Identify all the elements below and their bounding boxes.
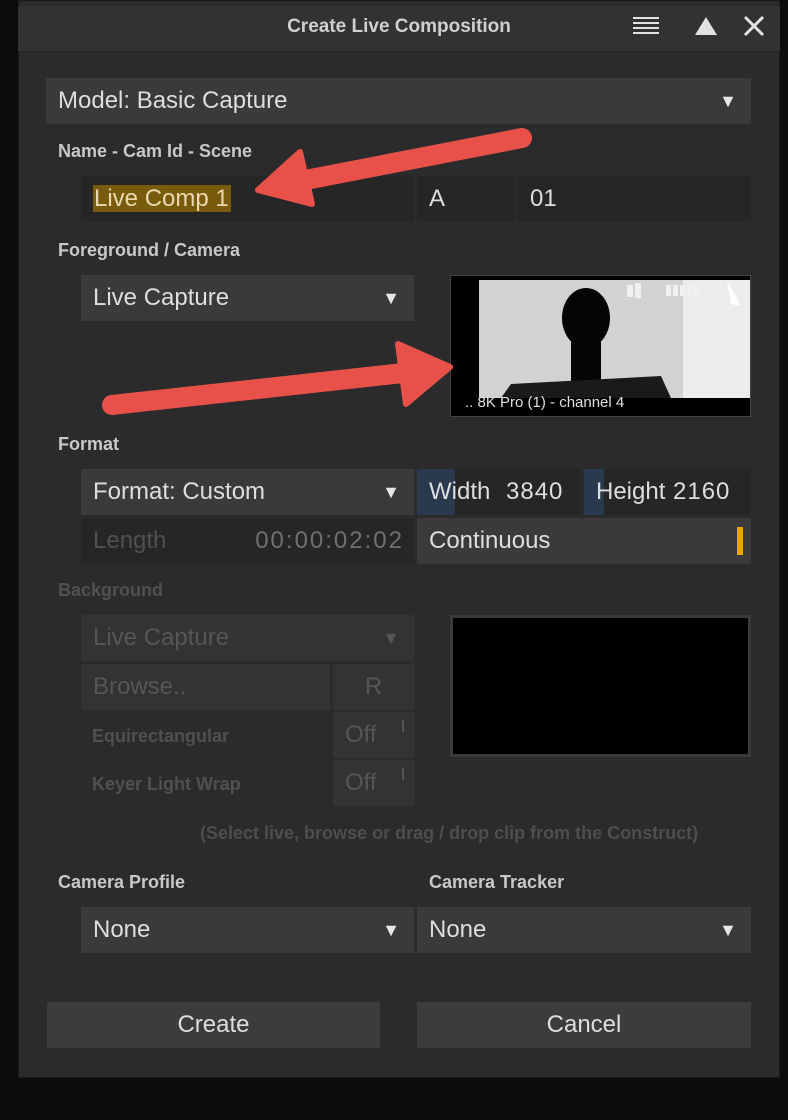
- keyer-label: Keyer Light Wrap: [92, 774, 241, 794]
- camera-tracker-value: None: [429, 916, 487, 943]
- name-input[interactable]: Live Comp 1: [81, 176, 414, 222]
- chevron-down-icon: ▼: [719, 920, 737, 940]
- background-preview[interactable]: [450, 615, 751, 757]
- menu-icon[interactable]: [633, 14, 659, 41]
- foreground-label: Foreground / Camera: [58, 240, 241, 260]
- format-value: Format: Custom: [93, 478, 266, 505]
- chevron-down-icon: ▼: [382, 628, 400, 648]
- browse-button: Browse..: [81, 664, 330, 710]
- dialog-title: Create Live Composition: [287, 16, 511, 37]
- height-value: 2160: [673, 478, 731, 505]
- length-input: Length 00:00:02:02: [81, 518, 414, 564]
- equirect-value: Off: [345, 721, 377, 748]
- keyer-toggle: Off: [333, 760, 414, 806]
- scene-value: 01: [530, 185, 557, 212]
- create-button[interactable]: Create: [47, 1002, 380, 1048]
- height-input[interactable]: Height 2160: [584, 469, 751, 515]
- chevron-down-icon: ▼: [382, 920, 400, 940]
- format-label: Format: [58, 434, 120, 454]
- background-source-dropdown: Live Capture ▼: [81, 615, 414, 661]
- width-label: Width: [429, 478, 491, 505]
- continuous-toggle[interactable]: Continuous: [417, 518, 751, 564]
- width-value: 3840: [506, 478, 564, 505]
- collapse-icon[interactable]: [695, 17, 717, 40]
- continuous-label: Continuous: [429, 527, 551, 554]
- name-section-label: Name - Cam Id - Scene: [58, 141, 253, 161]
- toggle-indicator: [402, 768, 404, 780]
- cam-id-value: A: [429, 185, 446, 212]
- chevron-down-icon: ▼: [382, 482, 400, 502]
- length-label: Length: [93, 527, 167, 554]
- scene-input[interactable]: 01: [518, 176, 751, 222]
- cam-id-input[interactable]: A: [417, 176, 515, 222]
- equirect-label: Equirectangular: [92, 726, 230, 746]
- length-value: 00:00:02:02: [255, 527, 404, 554]
- background-label: Background: [58, 580, 164, 600]
- cancel-button[interactable]: Cancel: [417, 1002, 751, 1048]
- camera-profile-label: Camera Profile: [58, 872, 186, 892]
- format-dropdown[interactable]: Format: Custom ▼: [81, 469, 414, 515]
- background-source-value: Live Capture: [93, 624, 230, 651]
- width-input[interactable]: Width 3840: [417, 469, 580, 515]
- toggle-indicator: [402, 720, 404, 732]
- model-dropdown[interactable]: Model: Basic Capture ▼: [46, 78, 751, 124]
- browse-label: Browse..: [93, 673, 187, 700]
- camera-tracker-dropdown[interactable]: None ▼: [417, 907, 751, 953]
- camera-profile-value: None: [93, 916, 151, 943]
- reset-label: R: [364, 673, 383, 700]
- chevron-down-icon: ▼: [382, 288, 400, 308]
- background-hint: (Select live, browse or drag / drop clip…: [200, 823, 699, 843]
- foreground-preview[interactable]: .. 8K Pro (1) - channel 4: [450, 275, 751, 417]
- equirect-toggle: Off: [333, 712, 414, 758]
- name-value: Live Comp 1: [93, 185, 231, 212]
- foreground-source-value: Live Capture: [93, 284, 230, 311]
- foreground-source-dropdown[interactable]: Live Capture ▼: [81, 275, 414, 321]
- model-value: Model: Basic Capture: [58, 87, 288, 114]
- height-label: Height: [596, 478, 666, 505]
- close-icon[interactable]: [743, 15, 765, 42]
- camera-tracker-label: Camera Tracker: [429, 872, 565, 892]
- camera-profile-dropdown[interactable]: None ▼: [81, 907, 414, 953]
- preview-caption: .. 8K Pro (1) - channel 4: [465, 394, 625, 411]
- keyer-value: Off: [345, 769, 377, 796]
- reset-button: R: [333, 664, 414, 710]
- chevron-down-icon: ▼: [719, 91, 737, 111]
- toggle-indicator: [737, 527, 743, 555]
